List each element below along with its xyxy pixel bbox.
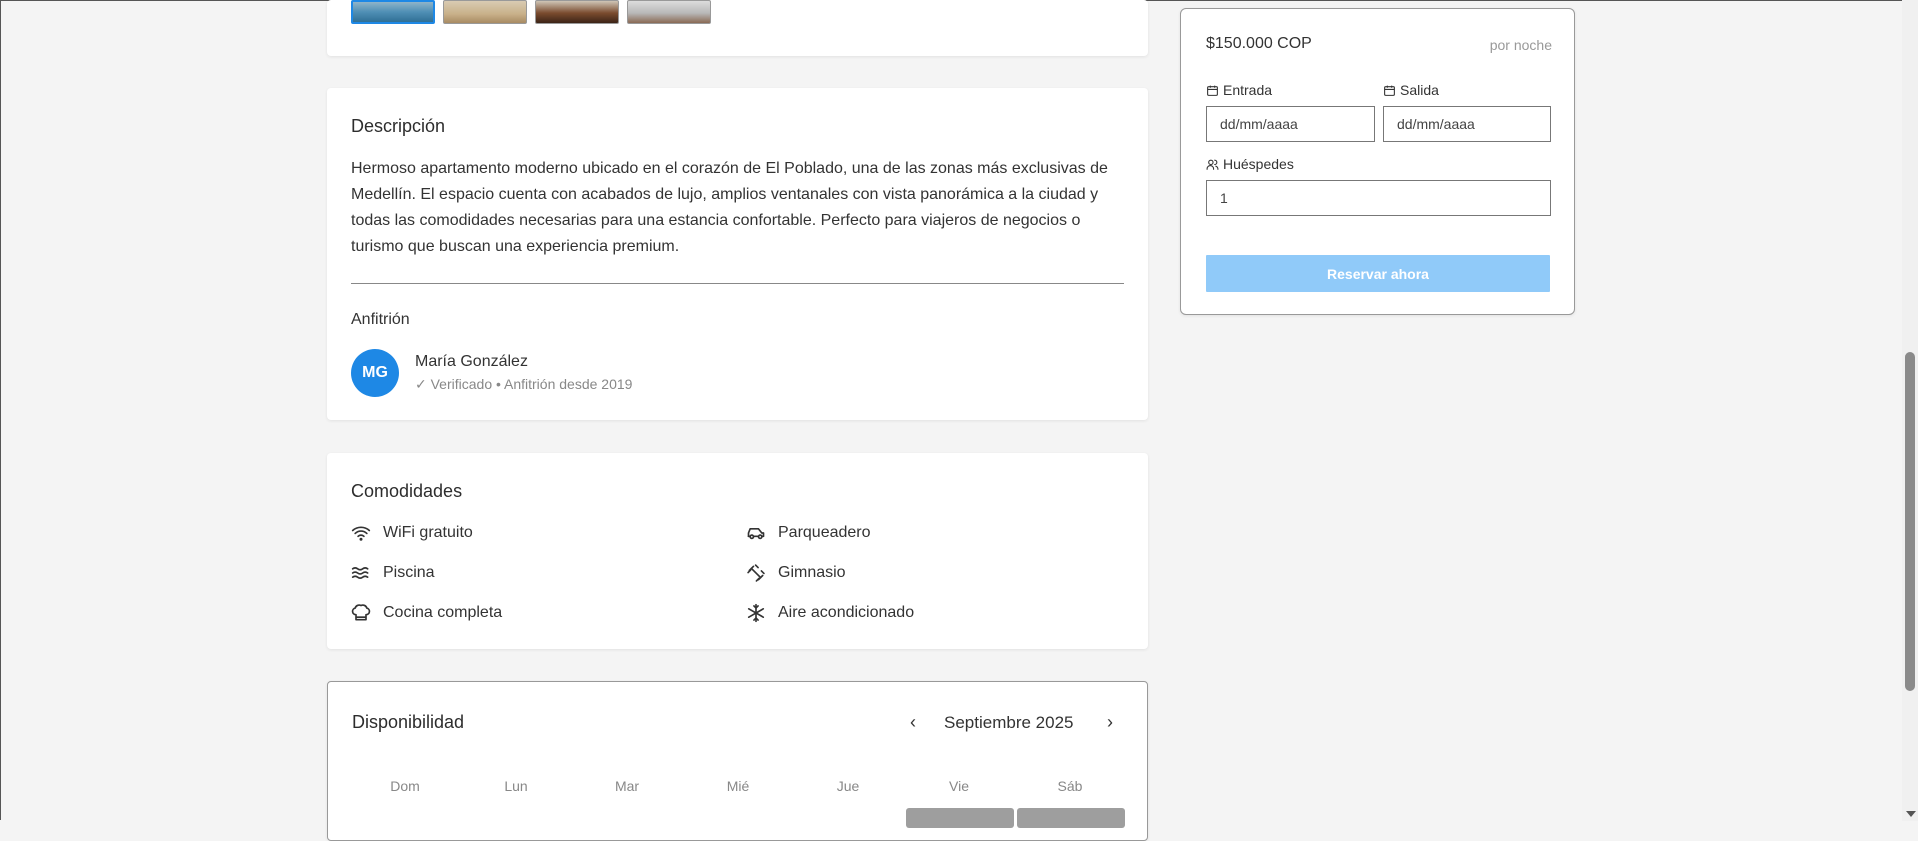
weekday-label: Lun: [504, 778, 528, 794]
guests-input[interactable]: 1: [1206, 180, 1551, 216]
checkout-label-text: Salida: [1400, 82, 1439, 98]
description-title: Descripción: [351, 116, 446, 136]
amenity-item: Parqueadero: [746, 523, 871, 543]
avatar: MG: [351, 349, 399, 397]
weekday-label: Mar: [614, 778, 640, 794]
month-label: Septiembre 2025: [944, 713, 1074, 732]
chef-hat-icon: [351, 604, 371, 621]
weekday-label: Jue: [836, 778, 860, 794]
guests-label-text: Huéspedes: [1223, 156, 1294, 172]
gallery-card: [327, 0, 1148, 56]
checkin-date-input[interactable]: dd/mm/aaaa: [1206, 106, 1375, 142]
car-icon: [747, 528, 765, 540]
weekday-label: Sáb: [1057, 778, 1083, 794]
guests-label: Huéspedes: [1206, 156, 1294, 172]
description-text: Hermoso apartamento moderno ubicado en e…: [351, 160, 1108, 255]
description-card: Descripción Hermoso apartamento moderno …: [327, 88, 1148, 420]
host-meta: ✓ Verificado • Anfitrión desde 2019: [415, 376, 633, 392]
host-name: María González: [415, 353, 528, 370]
host-title: Anfitrión: [351, 311, 410, 328]
amenities-title: Comodidades: [351, 481, 463, 501]
next-month-button[interactable]: ›: [1098, 710, 1122, 734]
prev-month-button[interactable]: ‹: [901, 710, 925, 734]
scrollbar-thumb[interactable]: [1905, 352, 1915, 691]
amenity-item: Cocina completa: [351, 603, 502, 623]
availability-title: Disponibilidad: [352, 712, 465, 732]
amenity-item: Aire acondicionado: [746, 603, 914, 623]
amenity-label: Cocina completa: [383, 604, 503, 621]
availability-card: Disponibilidad ‹ Septiembre 2025 › Dom L…: [327, 681, 1148, 841]
booking-card: $150.000 COP por noche Entrada Salida dd…: [1180, 8, 1575, 315]
amenity-label: WiFi gratuito: [383, 524, 473, 541]
price: $150.000 COP: [1206, 35, 1312, 52]
calendar-icon: [1207, 85, 1218, 96]
checkout-label: Salida: [1383, 82, 1439, 98]
calendar-icon: [1384, 85, 1395, 96]
amenities-card: Comodidades WiFi gratuito Parqueadero Pi…: [327, 453, 1148, 649]
per-night-label: por noche: [1489, 37, 1552, 53]
checkin-label-text: Entrada: [1223, 82, 1273, 98]
scroll-down-arrow-icon[interactable]: [1906, 811, 1916, 817]
divider: [351, 283, 1124, 284]
scrollbar[interactable]: [1902, 0, 1918, 821]
weekday-label: Dom: [390, 778, 420, 794]
amenity-item: Gimnasio: [746, 563, 846, 583]
weekday-label: Mié: [726, 778, 750, 794]
users-icon: [1206, 159, 1219, 170]
gallery-thumbnail-4[interactable]: [627, 0, 711, 24]
dumbbell-icon: [747, 564, 765, 582]
gallery-thumbnail-1[interactable]: [351, 0, 435, 24]
snowflake-icon: [747, 603, 765, 623]
gallery-thumbnail-2[interactable]: [443, 0, 527, 24]
checkout-date-input[interactable]: dd/mm/aaaa: [1383, 106, 1551, 142]
amenity-label: Parqueadero: [778, 524, 871, 541]
calendar-day-cell[interactable]: [1017, 808, 1125, 828]
gallery-thumbnail-3[interactable]: [535, 0, 619, 24]
wifi-icon: [351, 526, 371, 541]
waves-icon: [351, 567, 369, 579]
amenity-label: Piscina: [383, 564, 435, 581]
weekday-label: Vie: [949, 778, 969, 794]
checkin-label: Entrada: [1206, 82, 1272, 98]
amenity-label: Aire acondicionado: [778, 604, 915, 621]
amenity-item: WiFi gratuito: [351, 523, 473, 543]
amenity-item: Piscina: [351, 563, 435, 583]
reserve-button[interactable]: Reservar ahora: [1206, 255, 1550, 292]
amenity-label: Gimnasio: [778, 564, 846, 581]
calendar-day-cell[interactable]: [906, 808, 1014, 828]
